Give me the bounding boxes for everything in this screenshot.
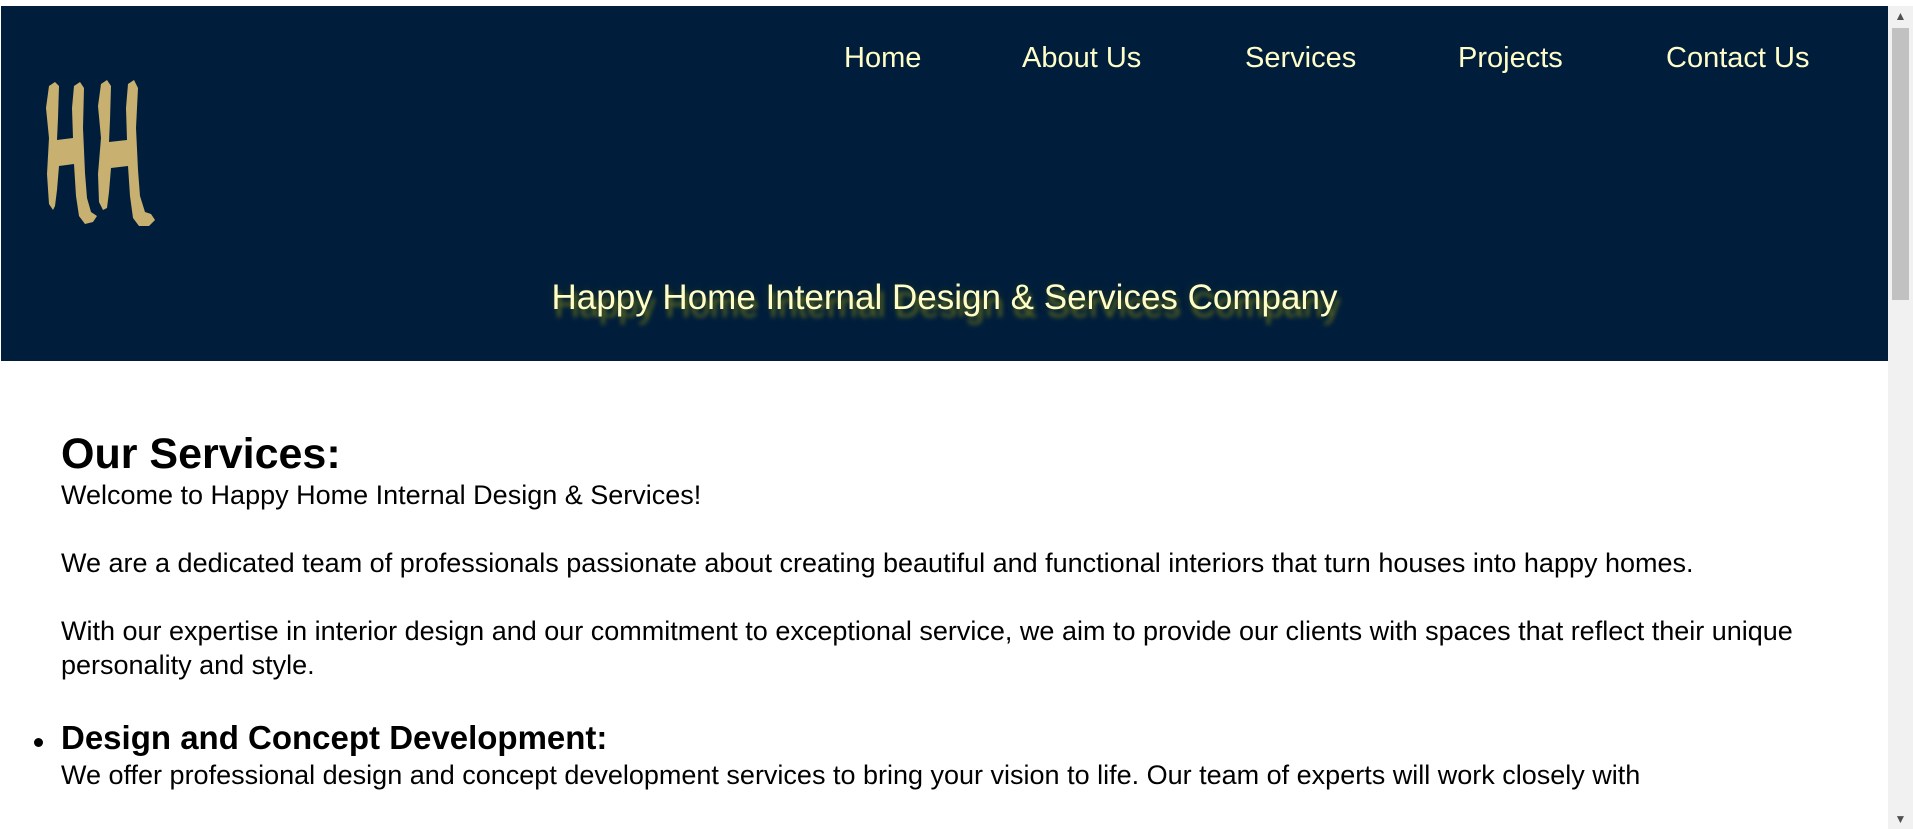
intro-paragraph: Welcome to Happy Home Internal Design & … bbox=[61, 480, 702, 510]
page-title: Our Services: bbox=[61, 430, 341, 478]
scroll-up-arrow-icon[interactable]: ▲ bbox=[1888, 6, 1913, 26]
vertical-scrollbar[interactable]: ▲ ▼ bbox=[1888, 6, 1913, 829]
service-item: Design and Concept Development: We offer… bbox=[34, 718, 1831, 792]
nav-contact-us-link[interactable]: Contact Us bbox=[1666, 36, 1809, 80]
site-header: Home About Us Services Projects Contact … bbox=[1, 6, 1888, 361]
nav-about-us-link[interactable]: About Us bbox=[1022, 36, 1141, 80]
hh-logo[interactable] bbox=[43, 78, 161, 228]
page: Home About Us Services Projects Contact … bbox=[0, 0, 1913, 829]
nav-services-link[interactable]: Services bbox=[1245, 36, 1356, 80]
nav-projects-link[interactable]: Projects bbox=[1458, 36, 1563, 80]
main-nav: Home About Us Services Projects Contact … bbox=[1, 36, 1888, 80]
team-paragraph: We are a dedicated team of professionals… bbox=[61, 548, 1694, 578]
bullet-icon bbox=[34, 738, 43, 747]
services-list: Design and Concept Development: We offer… bbox=[34, 718, 1831, 792]
company-tagline: Happy Home Internal Design & Services Co… bbox=[551, 278, 1338, 317]
expertise-paragraph: With our expertise in interior design an… bbox=[61, 616, 1793, 680]
service-description: We offer professional design and concept… bbox=[61, 760, 1641, 790]
scroll-down-arrow-icon[interactable]: ▼ bbox=[1888, 809, 1913, 829]
service-heading: Design and Concept Development: bbox=[61, 719, 608, 756]
main-content: Our Services: Welcome to Happy Home Inte… bbox=[34, 430, 1831, 792]
nav-home-link[interactable]: Home bbox=[844, 36, 921, 80]
scrollbar-thumb[interactable] bbox=[1892, 28, 1909, 300]
